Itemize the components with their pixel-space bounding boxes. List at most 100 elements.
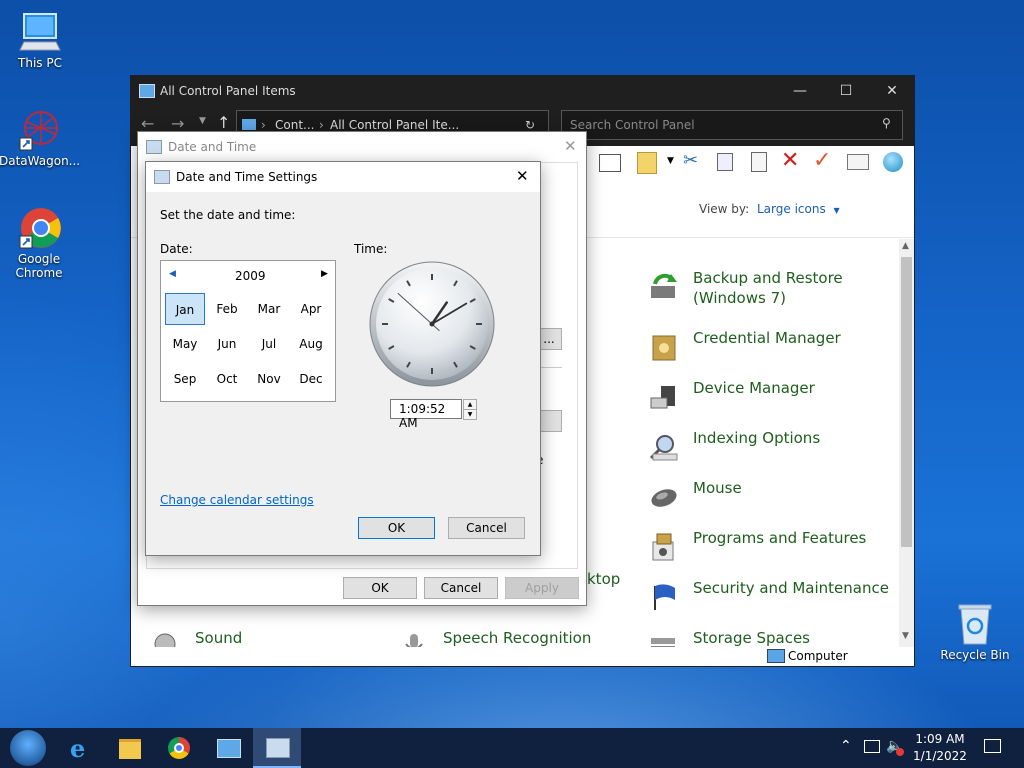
taskbar-internet-explorer[interactable]: e — [56, 728, 104, 768]
change-calendar-settings-link[interactable]: Change calendar settings — [160, 493, 314, 507]
view-by-dropdown[interactable]: Large icons ▼ — [757, 202, 840, 216]
date-time-titlebar[interactable]: Date and Time ✕ — [138, 132, 586, 162]
month-cell-dec[interactable]: Dec — [291, 363, 331, 395]
taskbar-chrome[interactable] — [155, 728, 203, 768]
calendar-year-header[interactable]: 2009 — [235, 269, 266, 283]
taskbar-clock[interactable]: 1:09 AM 1/1/2022 — [905, 731, 975, 765]
network-icon[interactable] — [864, 740, 880, 753]
clock-date: 1/1/2022 — [913, 749, 967, 763]
recycle-bin-icon — [953, 602, 997, 646]
desktop-icon-label: Google Chrome — [15, 252, 63, 280]
item-label: Sound — [195, 629, 243, 647]
datawagon-logo-icon — [17, 108, 61, 152]
checkmark-icon[interactable]: ✓ — [813, 148, 831, 173]
month-cell-jun[interactable]: Jun — [207, 328, 247, 360]
delete-icon[interactable]: ✕ — [781, 148, 799, 173]
taskbar-file-explorer[interactable] — [106, 728, 154, 768]
close-icon[interactable]: ✕ — [564, 137, 577, 155]
scrollbar-thumb[interactable] — [901, 257, 912, 547]
dialog-title: Date and Time — [168, 140, 257, 154]
windows-logo-icon — [10, 730, 46, 766]
show-hidden-icons-icon[interactable]: ⌃ — [840, 738, 852, 754]
spinner-down-icon[interactable]: ▼ — [463, 409, 477, 420]
credential-manager-icon — [649, 332, 679, 362]
copy-icon[interactable] — [717, 153, 733, 171]
dts-titlebar[interactable]: Date and Time Settings ✕ — [146, 162, 540, 192]
month-cell-apr[interactable]: Apr — [291, 293, 331, 325]
desktop-icon-google-chrome[interactable]: Google Chrome — [0, 206, 79, 280]
month-cell-mar[interactable]: Mar — [249, 293, 289, 325]
scrollbar[interactable]: ▲ ▼ — [899, 239, 914, 647]
scroll-up-icon[interactable]: ▲ — [902, 241, 909, 251]
desktop-icon-this-pc[interactable]: This PC — [0, 10, 80, 70]
desktop-icon-label: Recycle Bin — [940, 648, 1010, 662]
chrome-icon-center — [174, 743, 184, 753]
close-icon[interactable]: ✕ — [516, 167, 529, 185]
ok-button[interactable]: OK — [358, 517, 435, 539]
dropdown-chevron-icon[interactable]: ▼ — [667, 156, 674, 166]
cancel-button[interactable]: Cancel — [448, 517, 525, 539]
month-cell-sep[interactable]: Sep — [165, 363, 205, 395]
next-year-icon[interactable]: ▶ — [321, 269, 328, 279]
month-cell-aug[interactable]: Aug — [291, 328, 331, 360]
taskbar-date-time[interactable] — [253, 728, 301, 768]
item-label: Device Manager — [693, 379, 815, 397]
scroll-down-icon[interactable]: ▼ — [902, 631, 909, 641]
dialog-title: Date and Time Settings — [176, 170, 318, 184]
device-manager-icon — [649, 382, 679, 412]
backup-restore-icon — [649, 272, 679, 302]
recent-chevron-icon[interactable]: ▼ — [199, 116, 206, 126]
button-label: Cancel — [466, 521, 507, 535]
desktop-icon-recycle-bin[interactable]: Recycle Bin — [935, 602, 1015, 662]
start-button[interactable] — [4, 728, 52, 768]
search-input: Search Control Panel — [570, 118, 695, 132]
taskbar-control-panel[interactable] — [204, 728, 252, 768]
search-icon[interactable]: ⚲ — [882, 116, 891, 130]
date-time-icon — [266, 738, 290, 758]
globe-icon[interactable] — [883, 152, 903, 172]
ok-button[interactable]: OK — [343, 577, 417, 599]
flag-icon — [649, 582, 679, 612]
search-field[interactable]: Search Control Panel ⚲ — [561, 110, 903, 140]
month-cell-oct[interactable]: Oct — [207, 363, 247, 395]
month-cell-may[interactable]: May — [165, 328, 205, 360]
mute-badge-icon — [896, 748, 904, 756]
computer-small-icon — [767, 649, 785, 663]
month-cell-nov[interactable]: Nov — [249, 363, 289, 395]
mouse-icon — [649, 482, 679, 512]
maximize-button[interactable]: ☐ — [823, 76, 869, 106]
minimize-button[interactable]: — — [777, 76, 823, 106]
clock-small-icon — [146, 140, 162, 154]
notifications-icon[interactable] — [984, 739, 1001, 753]
month-cell-feb[interactable]: Feb — [207, 293, 247, 325]
internet-explorer-icon: e — [70, 734, 86, 763]
time-field[interactable]: 1:09:52 AM — [390, 399, 462, 430]
analog-clock — [368, 260, 496, 388]
desktop-icon-label: This PC — [18, 56, 62, 70]
programs-features-icon — [649, 532, 679, 562]
time-spinner[interactable]: ▲ ▼ — [463, 399, 477, 420]
item-label: Storage Spaces — [693, 629, 810, 647]
month-cell-jan[interactable]: Jan — [165, 293, 205, 325]
cancel-button[interactable]: Cancel — [424, 577, 498, 599]
paste-icon[interactable] — [751, 152, 767, 172]
chevron-down-icon: ▼ — [833, 206, 840, 215]
up-arrow-icon[interactable]: ↑ — [217, 113, 230, 132]
date-and-time-settings-dialog: Date and Time Settings ✕ Set the date an… — [145, 161, 541, 556]
desktop-icon-label: DataWagon... — [0, 154, 81, 168]
desktop-icon-datawagon[interactable]: DataWagon... — [0, 108, 81, 168]
previous-year-icon[interactable]: ◀ — [169, 269, 176, 279]
month-cell-jul[interactable]: Jul — [249, 328, 289, 360]
close-button[interactable]: ✕ — [869, 76, 915, 106]
time-input: 1:09:52 AM — [399, 402, 446, 430]
taskbar: e ⌃ 🔈 1:09 AM 1/1/2022 — [0, 728, 1024, 768]
preview-pane-icon[interactable] — [599, 154, 621, 172]
cut-icon[interactable]: ✂ — [683, 150, 698, 171]
button-label: Cancel — [440, 581, 482, 595]
control-panel-titlebar[interactable]: All Control Panel Items — ☐ ✕ — [131, 76, 914, 106]
folder-options-icon[interactable] — [637, 152, 657, 174]
control-panel-icon — [217, 739, 241, 758]
button-label: ... — [543, 332, 555, 346]
apply-button[interactable]: Apply — [505, 577, 579, 599]
properties-icon[interactable] — [847, 154, 869, 170]
